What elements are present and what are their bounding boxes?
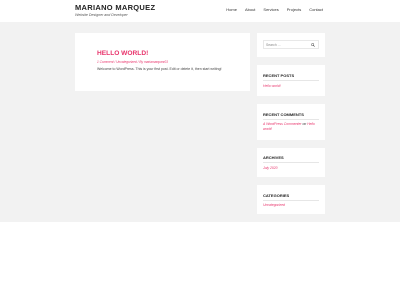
search-icon[interactable] — [311, 43, 315, 47]
nav-item-projects[interactable]: Projects — [287, 7, 301, 12]
post-excerpt: Welcome to WordPress. This is your first… — [97, 67, 222, 71]
comment-connector: on — [302, 122, 307, 126]
nav-item-about[interactable]: About — [245, 7, 255, 12]
search-widget: Search ... — [257, 33, 325, 57]
post-title[interactable]: HELLO WORLD! — [97, 50, 148, 57]
footer-area — [0, 222, 400, 300]
comment-author-link[interactable]: A WordPress Commenter — [263, 122, 302, 126]
recent-posts-widget: RECENT POSTS Hello world! — [257, 65, 325, 96]
nav-item-services[interactable]: Services — [263, 7, 278, 12]
site-tagline: Website Designer and Developer — [75, 13, 128, 17]
main-navigation: Home About Services Projects Contact — [226, 7, 323, 12]
recent-comments-widget: RECENT COMMENTS A WordPress Commenter on… — [257, 104, 325, 140]
widget-divider — [263, 119, 319, 120]
categories-title: CATEGORIES — [263, 193, 290, 198]
category-item[interactable]: Uncategorized — [263, 203, 285, 208]
site-header: MARIANO MARQUEZ Website Designer and Dev… — [0, 0, 400, 22]
widget-divider — [263, 162, 319, 163]
recent-post-item[interactable]: Hello world! — [263, 84, 281, 89]
nav-item-home[interactable]: Home — [226, 7, 237, 12]
archive-item[interactable]: July 2020 — [263, 166, 278, 171]
widget-divider — [263, 80, 319, 81]
search-placeholder: Search ... — [266, 43, 281, 47]
nav-item-contact[interactable]: Contact — [309, 7, 323, 12]
site-title[interactable]: MARIANO MARQUEZ — [75, 3, 155, 12]
categories-widget: CATEGORIES Uncategorized — [257, 185, 325, 214]
post-meta[interactable]: 1 Comment / Uncategorized / By mariamarq… — [97, 60, 168, 64]
search-input[interactable]: Search ... — [263, 40, 319, 49]
recent-comment-item: A WordPress Commenter on Hello world! — [263, 122, 321, 132]
recent-comments-title: RECENT COMMENTS — [263, 112, 304, 117]
archives-widget: ARCHIVES July 2020 — [257, 148, 325, 177]
archives-title: ARCHIVES — [263, 155, 284, 160]
widget-divider — [263, 200, 319, 201]
post-card: HELLO WORLD! 1 Comment / Uncategorized /… — [75, 33, 250, 91]
recent-posts-title: RECENT POSTS — [263, 73, 295, 78]
